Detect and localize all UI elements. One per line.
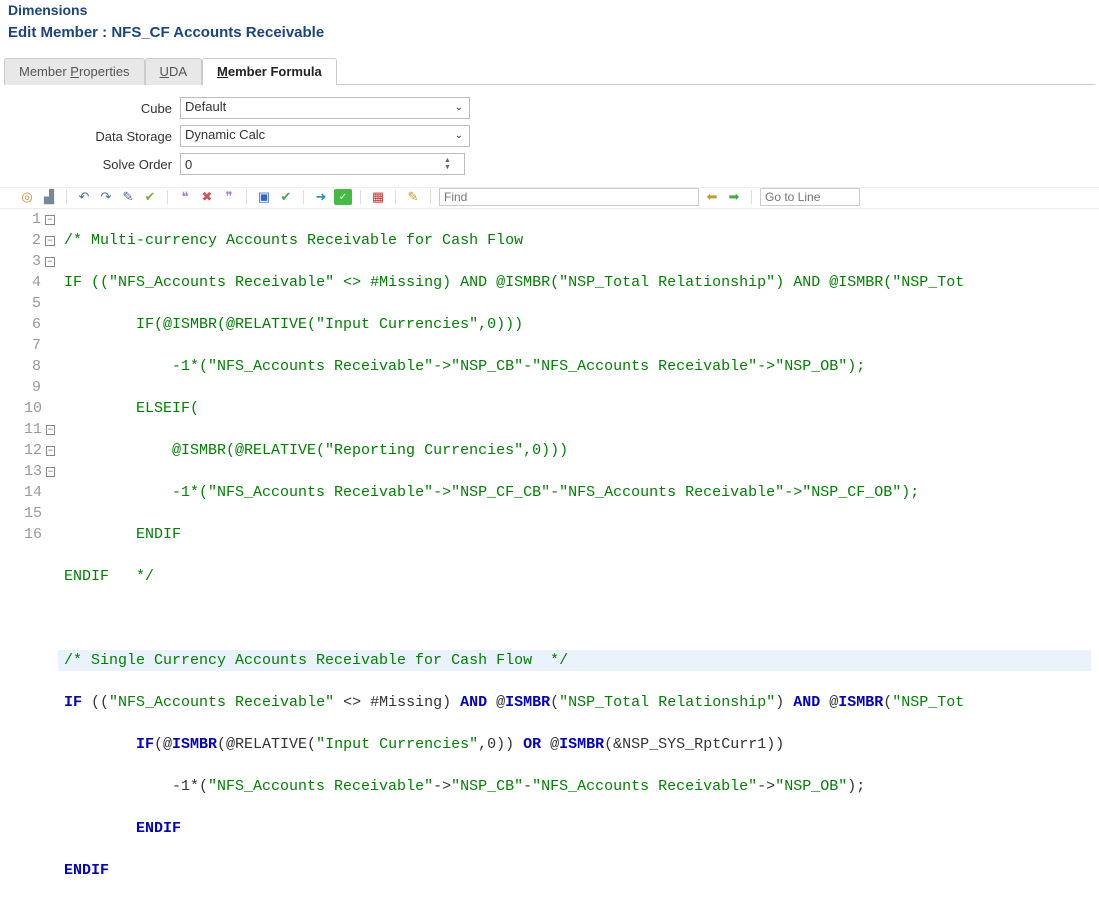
code-area[interactable]: /* Multi-currency Accounts Receivable fo…	[58, 209, 1091, 923]
search-prev-icon[interactable]: ⬅	[703, 189, 721, 205]
find-input[interactable]	[439, 188, 699, 206]
redo-icon[interactable]: ↷	[97, 189, 115, 205]
chevron-down-icon: ⌄	[455, 102, 463, 113]
fold-icon[interactable]: −	[45, 257, 55, 267]
storage-label: Data Storage	[0, 129, 180, 144]
cube-label: Cube	[0, 101, 180, 116]
breadcrumb[interactable]: Dimensions	[8, 2, 1091, 18]
uncomment-icon[interactable]: ✖	[198, 189, 216, 205]
fold-icon[interactable]: −	[45, 215, 55, 225]
tab-bar: Member Properties UDA Member Formula	[4, 57, 1095, 85]
toolbar-icon[interactable]: ✔	[141, 189, 159, 205]
line-gutter: 1− 2− 3− 4 5 6 7 8 9 10 11− 12− 13− 14 1…	[18, 209, 58, 923]
toolbar-icon[interactable]: ❞	[220, 189, 238, 205]
toolbar-icon[interactable]: ✔	[277, 189, 295, 205]
chevron-down-icon: ⌄	[455, 130, 463, 141]
toolbar-icon[interactable]: ➜	[312, 189, 330, 205]
toolbar-icon[interactable]: ▟	[40, 189, 58, 205]
toolbar-icon[interactable]: ◎	[18, 189, 36, 205]
storage-select[interactable]: Dynamic Calc⌄	[180, 125, 470, 147]
tab-member-formula[interactable]: Member Formula	[202, 58, 337, 85]
spinner-up-icon[interactable]: ▲	[444, 157, 458, 164]
fold-icon[interactable]: −	[46, 467, 55, 477]
tab-member-properties[interactable]: Member Properties	[4, 58, 145, 85]
code-editor[interactable]: 1− 2− 3− 4 5 6 7 8 9 10 11− 12− 13− 14 1…	[18, 209, 1091, 923]
undo-icon[interactable]: ↶	[75, 189, 93, 205]
toolbar-icon[interactable]: ▣	[255, 189, 273, 205]
toolbar-icon[interactable]: ✎	[404, 189, 422, 205]
fold-icon[interactable]: −	[46, 446, 55, 456]
goto-line-input[interactable]	[760, 188, 860, 206]
search-next-icon[interactable]: ➡	[725, 189, 743, 205]
page-title: Edit Member : NFS_CF Accounts Receivable	[8, 24, 1091, 41]
editor-toolbar: ◎ ▟ ↶ ↷ ✎ ✔ ❝ ✖ ❞ ▣ ✔ ➜ ✓ ▦ ✎ ⬅ ➡	[0, 187, 1099, 209]
fold-icon[interactable]: −	[45, 236, 55, 246]
fold-icon[interactable]: −	[46, 425, 55, 435]
comment-icon[interactable]: ❝	[176, 189, 194, 205]
cube-select[interactable]: Default⌄	[180, 97, 470, 119]
tab-uda[interactable]: UDA	[145, 58, 202, 85]
solve-order-label: Solve Order	[0, 157, 180, 172]
toolbar-icon[interactable]: ▦	[369, 189, 387, 205]
solve-order-stepper[interactable]: 0 ▲▼	[180, 153, 465, 175]
toolbar-icon[interactable]: ✎	[119, 189, 137, 205]
spinner-down-icon[interactable]: ▼	[444, 164, 458, 171]
validate-icon[interactable]: ✓	[334, 189, 352, 205]
